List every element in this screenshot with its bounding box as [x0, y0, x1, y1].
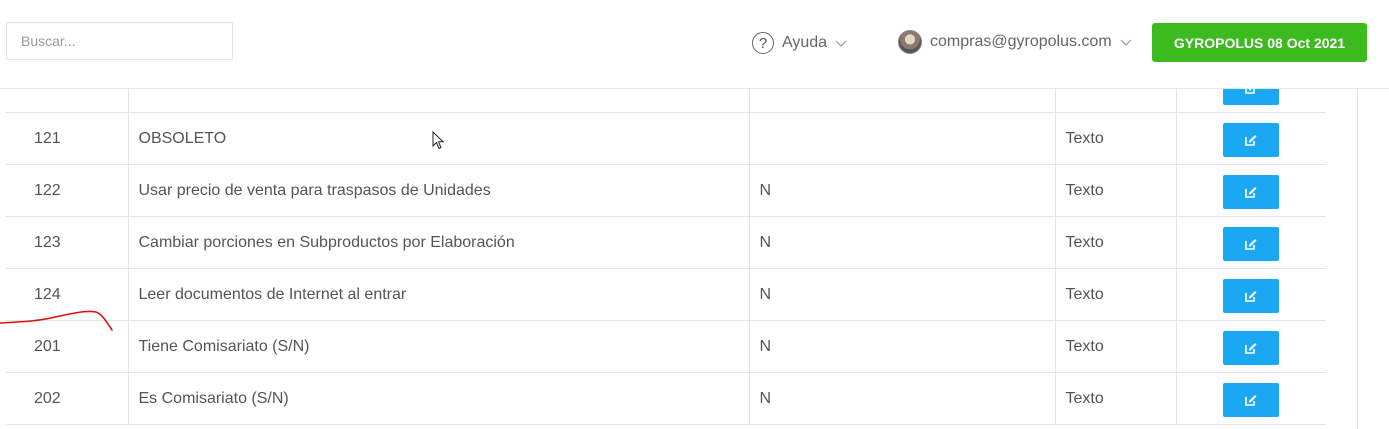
pencil-square-icon — [1245, 342, 1257, 354]
row-type: Texto — [1054, 112, 1177, 165]
edit-button[interactable] — [1223, 330, 1279, 365]
row-type: Texto — [1054, 372, 1177, 425]
row-id: 122 — [6, 164, 129, 217]
parameters-table-container: 121 OBSOLETO Texto 122 Usar precio de venta … — [6, 60, 1326, 429]
table-row: 124 Leer documentos de Internet al entrar… — [6, 268, 1326, 321]
row-type: Texto — [1054, 268, 1177, 321]
pencil-square-icon — [1245, 290, 1257, 302]
chevron-down-icon — [835, 40, 847, 47]
row-description: Cambiar porciones en Subproductos por El… — [127, 216, 750, 269]
edit-button[interactable] — [1223, 226, 1279, 261]
pencil-square-icon — [1245, 134, 1257, 146]
row-value — [748, 112, 1056, 165]
question-circle-icon: ? — [752, 32, 774, 54]
row-value: N — [748, 320, 1056, 373]
row-value: N — [748, 164, 1056, 217]
pencil-square-icon — [1245, 394, 1257, 406]
top-navbar: ? Ayuda compras@gyropolus.com GYROPOLUS … — [0, 0, 1389, 89]
mouse-cursor-icon — [432, 131, 445, 150]
row-description: Tiene Comisariato (S/N) — [127, 320, 750, 373]
table-row: 121 OBSOLETO Texto — [6, 112, 1326, 165]
row-type: Texto — [1054, 164, 1177, 217]
row-value: N — [748, 268, 1056, 321]
row-type: Texto — [1054, 320, 1177, 373]
row-description: Usar precio de venta para traspasos de U… — [127, 164, 750, 217]
user-menu[interactable]: compras@gyropolus.com — [898, 29, 1132, 55]
row-type: Texto — [1054, 216, 1177, 269]
row-actions — [1175, 164, 1326, 217]
table-row: 202 Es Comisariato (S/N) N Texto — [6, 372, 1326, 425]
row-actions — [1175, 372, 1326, 425]
edit-button[interactable] — [1223, 122, 1279, 157]
company-date-button[interactable]: GYROPOLUS 08 Oct 2021 — [1152, 23, 1367, 62]
avatar — [898, 30, 922, 54]
edit-button[interactable] — [1223, 382, 1279, 417]
row-id: 123 — [6, 216, 129, 269]
search-input[interactable] — [6, 22, 233, 60]
table-row: 201 Tiene Comisariato (S/N) N Texto — [6, 320, 1326, 373]
row-actions — [1175, 268, 1326, 321]
pencil-square-icon — [1245, 186, 1257, 198]
row-description: Leer documentos de Internet al entrar — [127, 268, 750, 321]
row-actions — [1175, 216, 1326, 269]
red-annotation-stroke — [0, 310, 113, 331]
row-actions — [1175, 112, 1326, 165]
right-side-panel — [1357, 88, 1389, 429]
row-actions — [1175, 320, 1326, 373]
edit-button[interactable] — [1223, 174, 1279, 209]
row-value: N — [748, 372, 1056, 425]
table-row: 122 Usar precio de venta para traspasos d… — [6, 164, 1326, 217]
help-label: Ayuda — [782, 34, 828, 51]
row-value: N — [748, 216, 1056, 269]
help-menu[interactable]: ? Ayuda — [752, 29, 847, 57]
parameters-table: 121 OBSOLETO Texto 122 Usar precio de venta … — [6, 60, 1326, 425]
row-description: Es Comisariato (S/N) — [127, 372, 750, 425]
row-id: 121 — [6, 112, 129, 165]
row-id: 202 — [6, 372, 129, 425]
chevron-down-icon — [1120, 39, 1132, 46]
user-email: compras@gyropolus.com — [930, 33, 1112, 50]
table-row: 123 Cambiar porciones en Subproductos por… — [6, 216, 1326, 269]
edit-button[interactable] — [1223, 278, 1279, 313]
pencil-square-icon — [1245, 238, 1257, 250]
